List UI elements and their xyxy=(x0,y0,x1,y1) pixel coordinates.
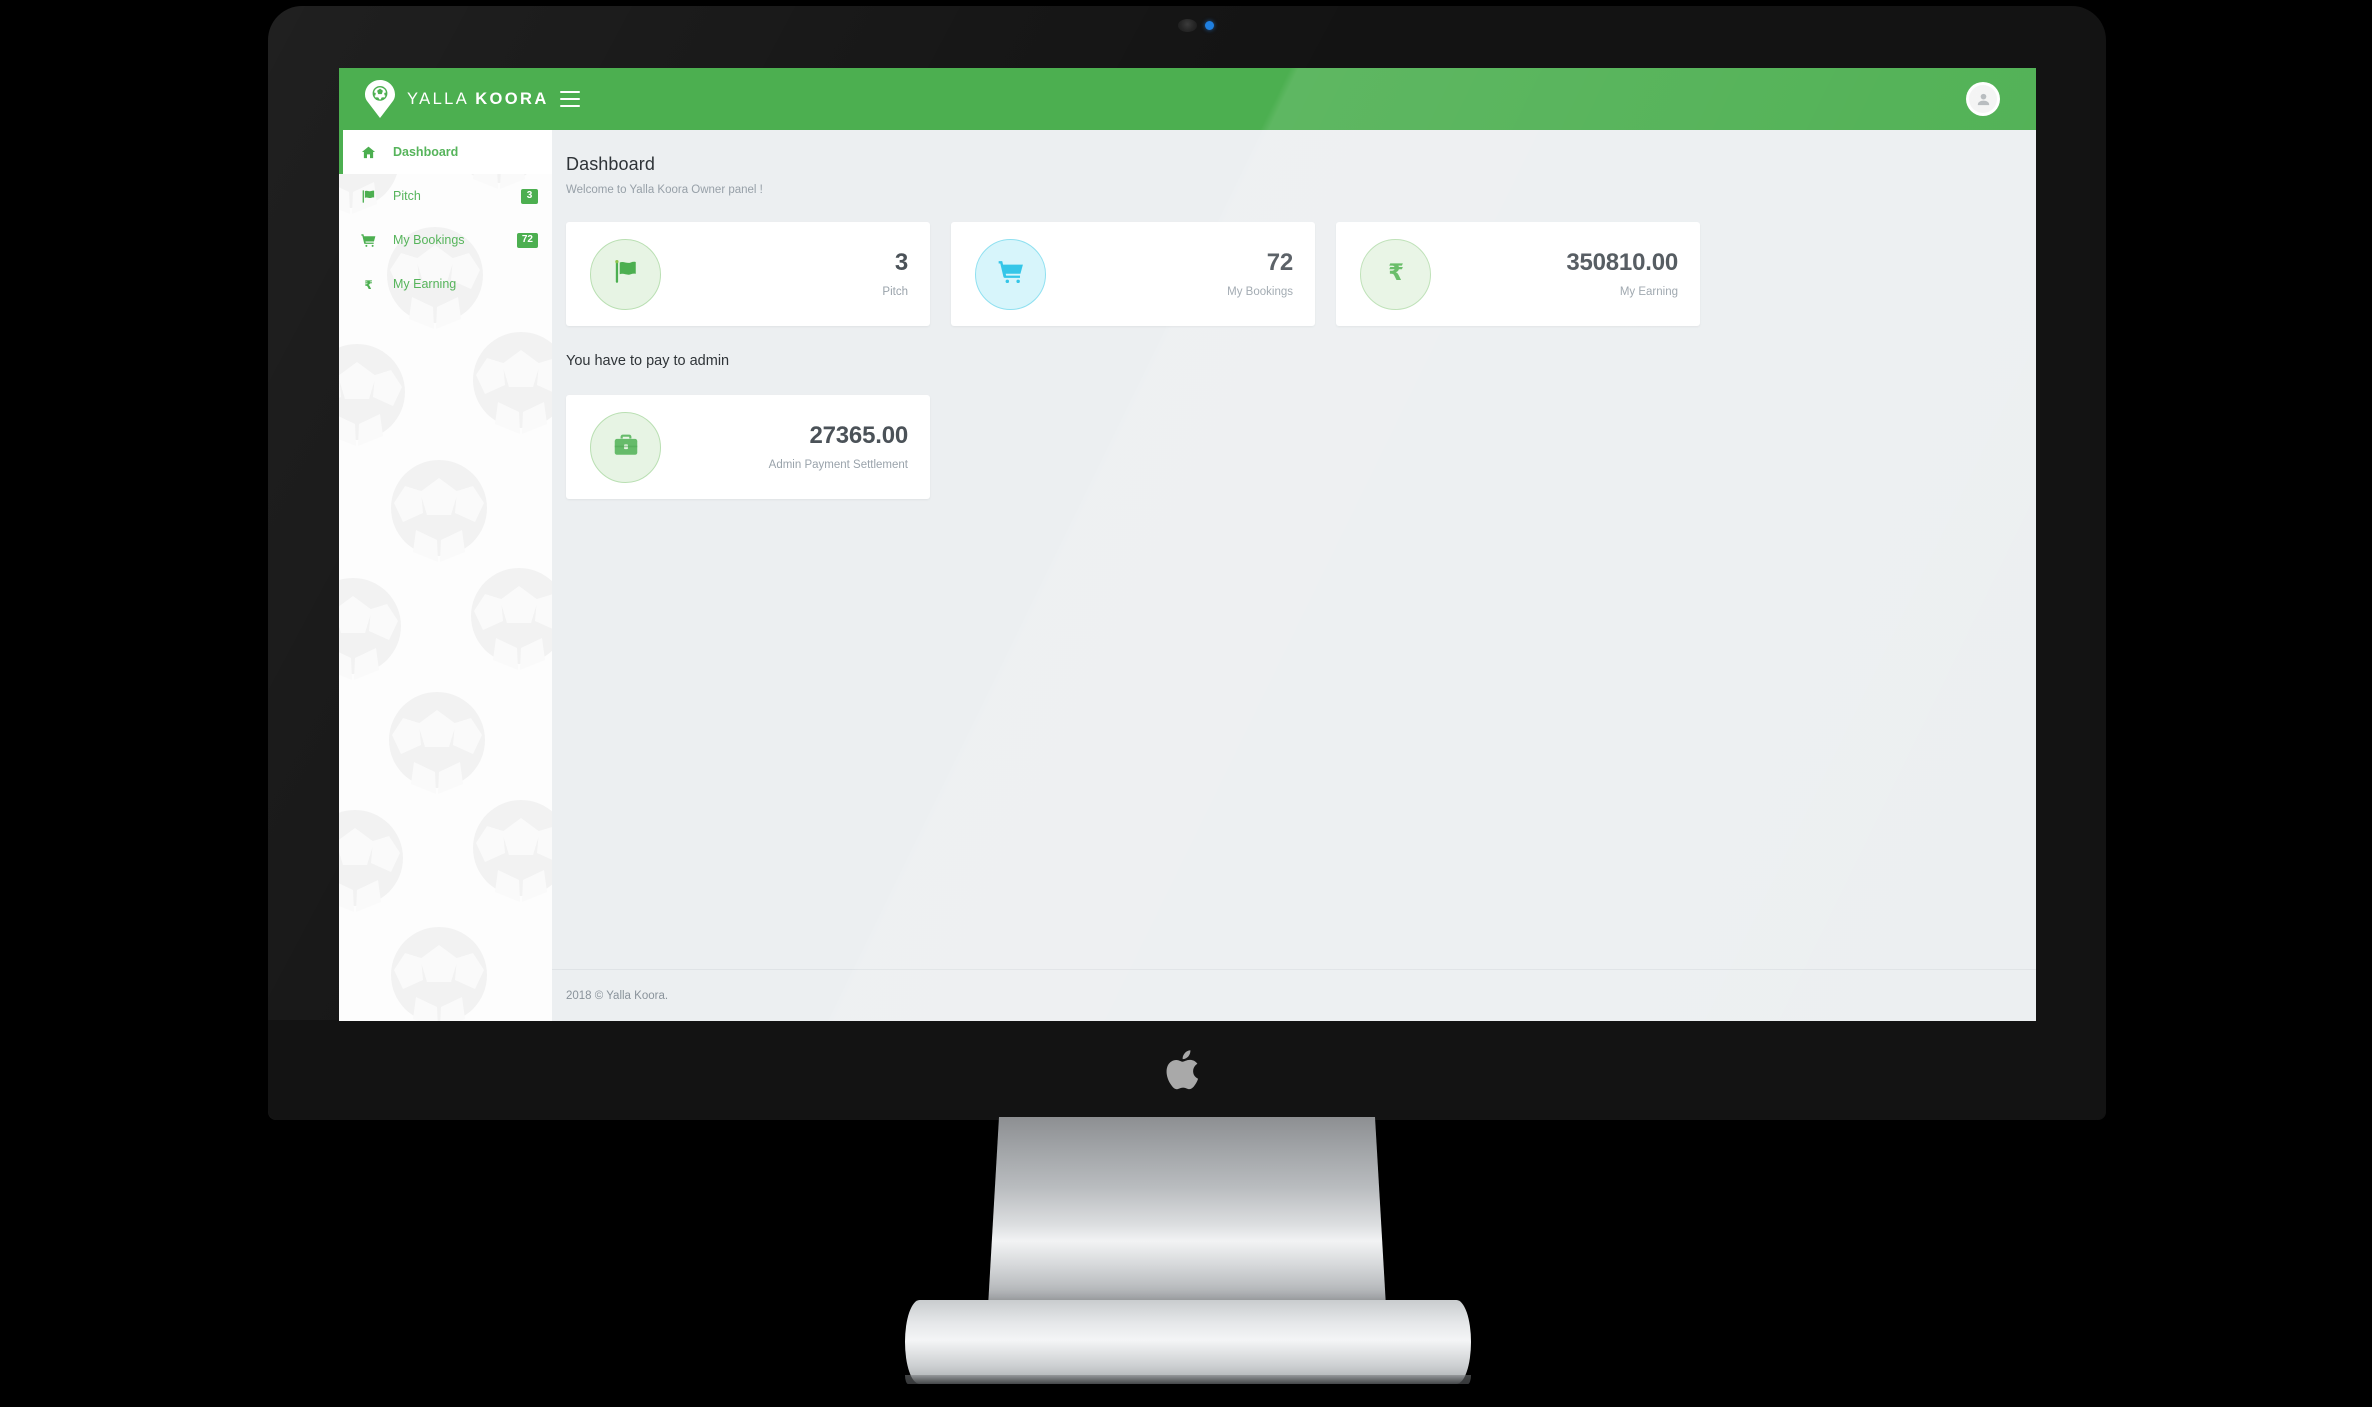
webcam-icon xyxy=(1178,19,1197,32)
rupee-icon: ₹ xyxy=(360,276,377,293)
stat-card-pitch[interactable]: 3 Pitch xyxy=(566,222,930,326)
page-title: Dashboard xyxy=(566,154,655,174)
sidebar-item-pitch[interactable]: Pitch 3 xyxy=(339,174,552,218)
svg-text:₹: ₹ xyxy=(1388,260,1404,285)
stat-label: My Bookings xyxy=(1227,285,1293,298)
stat-card-my-earning[interactable]: ₹ 350810.00 My Earning xyxy=(1336,222,1700,326)
hamburger-icon[interactable] xyxy=(560,86,586,112)
hamburger-line xyxy=(560,98,580,100)
shopping-cart-icon xyxy=(998,259,1024,290)
admin-card-row: 27365.00 Admin Payment Settlement xyxy=(552,369,2036,499)
sidebar-item-my-bookings[interactable]: My Bookings 72 xyxy=(339,218,552,262)
stat-card-info: 3 Pitch xyxy=(661,250,908,297)
user-avatar-icon[interactable] xyxy=(1966,82,2000,116)
brand-logo[interactable]: YALLA KOORA xyxy=(339,68,552,130)
stat-icon-circle xyxy=(975,238,1046,310)
flag-icon xyxy=(613,259,639,290)
stat-card-info: 350810.00 My Earning xyxy=(1431,250,1678,297)
monitor-stand-neck xyxy=(987,1117,1387,1324)
stat-label: Pitch xyxy=(882,285,908,298)
sidebar-item-label: Dashboard xyxy=(393,145,459,159)
sidebar-badge-my-bookings: 72 xyxy=(516,232,538,248)
stat-card-info: 72 My Bookings xyxy=(1046,250,1293,297)
stat-label: My Earning xyxy=(1619,285,1678,298)
screen-viewport: YALLA KOORA Dashboard Pitch 3 My Booking… xyxy=(339,68,2036,1021)
sidebar-item-dashboard[interactable]: Dashboard xyxy=(339,130,552,174)
rupee-icon: ₹ xyxy=(1383,259,1409,290)
shopping-cart-icon xyxy=(360,232,377,249)
sidebar-item-label: My Earning xyxy=(393,277,457,291)
stat-value: 72 xyxy=(1266,249,1293,277)
stat-card-admin-payment-settlement[interactable]: 27365.00 Admin Payment Settlement xyxy=(566,395,930,499)
admin-section-title: You have to pay to admin xyxy=(566,353,730,369)
main-content: Dashboard Welcome to Yalla Koora Owner p… xyxy=(552,130,2036,1021)
monitor-stand-foot xyxy=(905,1300,1471,1384)
svg-text:₹: ₹ xyxy=(364,277,372,291)
apple-logo-icon xyxy=(1163,1047,1203,1093)
page-header: Dashboard Welcome to Yalla Koora Owner p… xyxy=(552,130,2036,196)
stat-value: 350810.00 xyxy=(1566,249,1678,277)
top-navbar: YALLA KOORA xyxy=(339,68,2036,130)
sidebar-item-label: My Bookings xyxy=(393,233,465,247)
sidebar-nav: Dashboard Pitch 3 My Bookings 72 ₹ My Ea… xyxy=(339,130,552,306)
footer: 2018 © Yalla Koora. xyxy=(552,969,2036,1021)
stat-cards-row: 3 Pitch 72 My Bookings ₹ 350810.00 My Ea… xyxy=(552,196,2036,326)
desktop-monitor-scene: YALLA KOORA Dashboard Pitch 3 My Booking… xyxy=(0,0,2372,1407)
brand-name: YALLA KOORA xyxy=(407,90,549,109)
stat-card-my-bookings[interactable]: 72 My Bookings xyxy=(951,222,1315,326)
page-subtitle: Welcome to Yalla Koora Owner panel ! xyxy=(566,184,763,196)
stat-value: 3 xyxy=(894,249,908,277)
stat-icon-circle: ₹ xyxy=(1360,238,1431,310)
brand-name-bold: KOORA xyxy=(475,89,549,108)
home-icon xyxy=(360,144,377,161)
sidebar-item-my-earning[interactable]: ₹ My Earning xyxy=(339,262,552,306)
hamburger-line xyxy=(560,105,580,107)
stat-card-info: 27365.00 Admin Payment Settlement xyxy=(661,422,909,471)
sidebar-badge-pitch: 3 xyxy=(521,188,538,204)
flag-icon xyxy=(360,188,377,205)
brand-name-thin: YALLA xyxy=(407,89,469,108)
stat-icon-circle xyxy=(590,411,661,483)
sidebar-item-label: Pitch xyxy=(393,189,421,203)
hamburger-line xyxy=(560,91,580,93)
stat-value: 27365.00 xyxy=(809,422,908,450)
stat-label: Admin Payment Settlement xyxy=(768,458,908,471)
led-indicator-icon xyxy=(1205,21,1214,30)
map-pin-soccer-ball-icon xyxy=(365,80,395,118)
briefcase-icon xyxy=(613,432,639,463)
stat-icon-circle xyxy=(590,238,661,310)
footer-copyright: 2018 © Yalla Koora. xyxy=(566,989,669,1002)
sidebar: Dashboard Pitch 3 My Bookings 72 ₹ My Ea… xyxy=(339,130,552,1021)
